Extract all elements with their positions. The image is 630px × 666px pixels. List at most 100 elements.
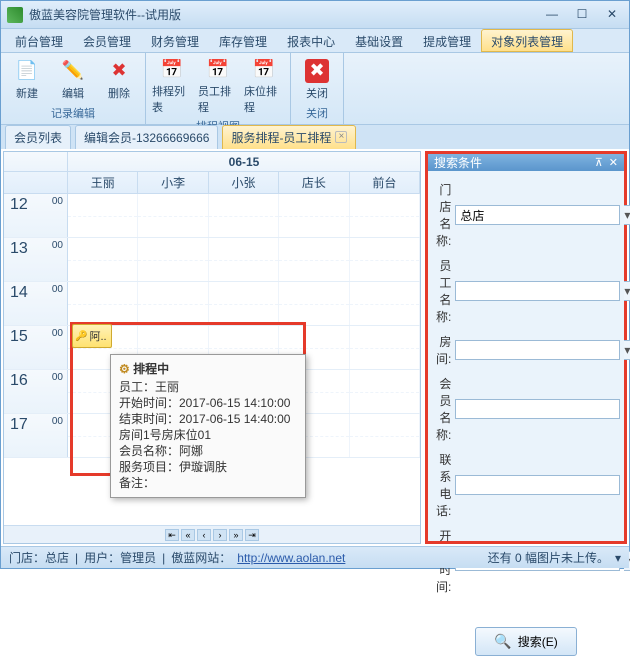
- minimize-button[interactable]: —: [541, 7, 563, 23]
- time-label: 1600: [4, 370, 68, 413]
- time-slot[interactable]: [138, 282, 208, 325]
- time-label: 1700: [4, 414, 68, 457]
- staff-field[interactable]: [455, 281, 620, 301]
- tab-0[interactable]: 会员列表: [5, 125, 71, 150]
- time-slot[interactable]: [209, 194, 279, 237]
- new-button[interactable]: 📄新建: [5, 55, 49, 104]
- search-icon: 🔍: [494, 633, 511, 650]
- time-slot[interactable]: [279, 282, 349, 325]
- delete-button[interactable]: ✖删除: [97, 55, 141, 104]
- time-label: 1300: [4, 238, 68, 281]
- time-slot[interactable]: [138, 238, 208, 281]
- time-slot[interactable]: [138, 194, 208, 237]
- time-slot[interactable]: [279, 194, 349, 237]
- menu-6[interactable]: 提成管理: [413, 29, 481, 52]
- ribbon: 📄新建✏️编辑✖删除记录编辑📅排程列表📅员工排程📅床位排程排程视图✖关闭关闭: [1, 53, 629, 125]
- new-button-icon: 📄: [15, 59, 39, 83]
- time-label: 1400: [4, 282, 68, 325]
- staff-schedule-button[interactable]: 📅员工排程: [196, 55, 240, 117]
- time-slot[interactable]: [209, 282, 279, 325]
- chevron-down-icon[interactable]: ▾: [615, 551, 621, 565]
- time-slot[interactable]: [350, 370, 420, 413]
- column-header[interactable]: 小李: [138, 172, 208, 193]
- tooltip-line: 房间1号房床位01: [119, 427, 297, 443]
- edit-button-icon: ✏️: [61, 59, 85, 83]
- panel-close-icon[interactable]: ✕: [609, 156, 618, 169]
- menu-2[interactable]: 财务管理: [141, 29, 209, 52]
- edit-button[interactable]: ✏️编辑: [51, 55, 95, 104]
- menu-3[interactable]: 库存管理: [209, 29, 277, 52]
- scheduler-scrollbar[interactable]: ⇤«‹›»⇥: [4, 525, 420, 543]
- time-slot[interactable]: [68, 194, 138, 237]
- column-header[interactable]: 前台: [350, 172, 420, 193]
- time-label: 1500: [4, 326, 68, 369]
- pin-icon[interactable]: ⊼: [595, 156, 603, 169]
- dropdown-icon[interactable]: ▾: [624, 281, 630, 301]
- time-slot[interactable]: [350, 282, 420, 325]
- tab-1[interactable]: 编辑会员-13266669666: [75, 125, 218, 150]
- time-slot[interactable]: [350, 414, 420, 457]
- tooltip-title: 排程中: [119, 361, 297, 377]
- bed-schedule-button[interactable]: 📅床位排程: [242, 55, 286, 117]
- column-header[interactable]: 小张: [209, 172, 279, 193]
- status-user: 用户：管理员: [84, 549, 156, 566]
- menu-5[interactable]: 基础设置: [345, 29, 413, 52]
- staff-schedule-button-icon: 📅: [206, 57, 230, 81]
- dropdown-icon[interactable]: ▾: [624, 205, 630, 225]
- appointment-tooltip: 排程中 员工：王丽开始时间：2017-06-15 14:10:00结束时间：20…: [110, 354, 306, 498]
- menu-7[interactable]: 对象列表管理: [481, 29, 573, 52]
- schedule-grid[interactable]: 120013001400150016001700 🔑 阿.. 排程中 员工：王丽…: [4, 194, 420, 525]
- app-logo-icon: [7, 7, 23, 23]
- tab-close-icon[interactable]: ×: [335, 131, 347, 143]
- time-label: 1200: [4, 194, 68, 237]
- time-slot[interactable]: [350, 326, 420, 369]
- tooltip-line: 结束时间：2017-06-15 14:40:00: [119, 411, 297, 427]
- titlebar: 傲蓝美容院管理软件--试用版 — ☐ ✕: [1, 1, 629, 29]
- search-button[interactable]: 🔍搜索(E): [475, 627, 576, 656]
- tooltip-line: 会员名称：阿娜: [119, 443, 297, 459]
- schedule-list-button[interactable]: 📅排程列表: [150, 55, 194, 117]
- member-field[interactable]: [455, 399, 620, 419]
- time-slot[interactable]: [279, 238, 349, 281]
- key-icon: 🔑: [75, 331, 87, 342]
- time-slot[interactable]: [68, 238, 138, 281]
- appointment-text: 阿..: [89, 328, 106, 344]
- tooltip-line: 备注：: [119, 475, 297, 491]
- time-slot[interactable]: [350, 194, 420, 237]
- column-header[interactable]: 王丽: [68, 172, 138, 193]
- tooltip-line: 开始时间：2017-06-15 14:10:00: [119, 395, 297, 411]
- menu-0[interactable]: 前台管理: [5, 29, 73, 52]
- dropdown-icon[interactable]: ▾: [624, 340, 630, 360]
- schedule-date: 06-15: [68, 152, 420, 171]
- menu-4[interactable]: 报表中心: [277, 29, 345, 52]
- store-field[interactable]: [455, 205, 620, 225]
- search-panel-title: 搜索条件: [434, 154, 589, 171]
- close-window-button[interactable]: ✕: [601, 7, 623, 23]
- search-panel: 搜索条件 ⊼ ✕ 门店名称:▾员工名称:▾房间:▾会员名称:联系电话:开始时间:…: [425, 151, 627, 544]
- time-slot[interactable]: [209, 238, 279, 281]
- maximize-button[interactable]: ☐: [571, 7, 593, 23]
- website-link[interactable]: http://www.aolan.net: [237, 551, 345, 565]
- window-title: 傲蓝美容院管理软件--试用版: [29, 6, 541, 23]
- appointment-block[interactable]: 🔑 阿..: [72, 324, 112, 348]
- close-button[interactable]: ✖关闭: [295, 55, 339, 104]
- status-store: 门店：总店: [9, 549, 69, 566]
- close-button-icon: ✖: [305, 59, 329, 83]
- statusbar: 门店：总店 | 用户：管理员 | 傲蓝网站： http://www.aolan.…: [1, 546, 629, 568]
- room-field[interactable]: [455, 340, 620, 360]
- tooltip-line: 员工：王丽: [119, 379, 297, 395]
- schedule-list-button-icon: 📅: [160, 57, 184, 81]
- column-header[interactable]: 店长: [279, 172, 349, 193]
- menu-1[interactable]: 会员管理: [73, 29, 141, 52]
- time-slot[interactable]: [350, 238, 420, 281]
- phone-field[interactable]: [455, 475, 620, 495]
- tab-2[interactable]: 服务排程-员工排程×: [222, 125, 356, 150]
- status-right: 还有 0 幅图片未上传。: [488, 549, 609, 566]
- tooltip-line: 服务项目：伊璇调肤: [119, 459, 297, 475]
- time-slot[interactable]: [68, 282, 138, 325]
- scheduler: 06-15 王丽小李小张店长前台 12001300140015001600170…: [3, 151, 421, 544]
- bed-schedule-button-icon: 📅: [252, 57, 276, 81]
- menubar: 前台管理会员管理财务管理库存管理报表中心基础设置提成管理对象列表管理: [1, 29, 629, 53]
- delete-button-icon: ✖: [107, 59, 131, 83]
- document-tabs: 会员列表编辑会员-13266669666服务排程-员工排程×: [1, 125, 629, 149]
